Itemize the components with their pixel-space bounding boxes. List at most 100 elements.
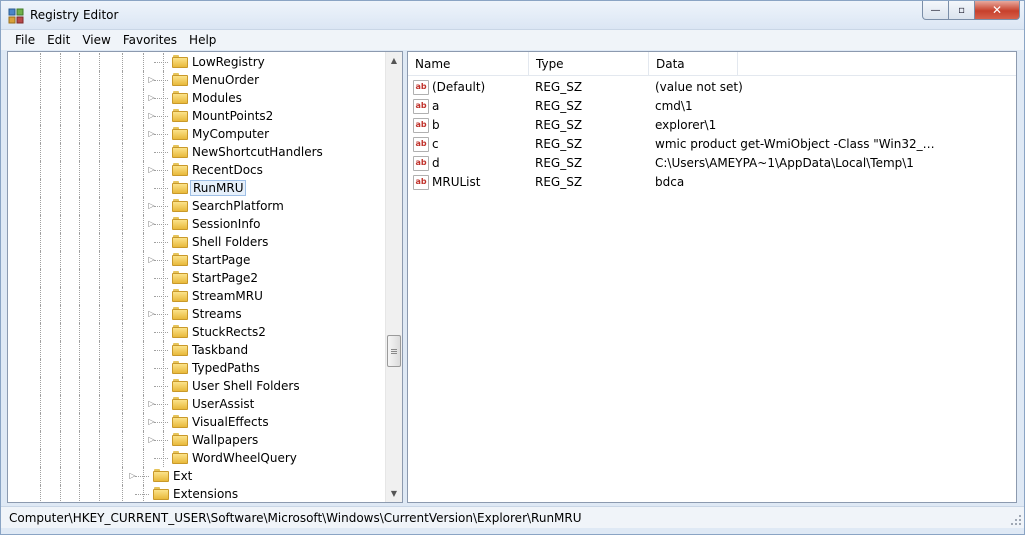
- tree-item[interactable]: Taskband: [8, 341, 388, 359]
- expand-arrow-icon[interactable]: ▷: [147, 201, 156, 210]
- tree-item-label: NewShortcutHandlers: [192, 145, 323, 159]
- tree-item[interactable]: ▷ Streams: [8, 305, 388, 323]
- maximize-button[interactable]: ▫: [949, 1, 975, 20]
- tree-item[interactable]: ▷ MyComputer: [8, 125, 388, 143]
- tree-item-label: MountPoints2: [192, 109, 274, 123]
- menu-edit[interactable]: Edit: [41, 30, 76, 50]
- value-row[interactable]: ab b REG_SZ explorer\1: [408, 116, 1016, 135]
- tree-guide-line: [79, 305, 80, 323]
- expand-arrow-icon[interactable]: ▷: [128, 471, 137, 480]
- folder-icon: [172, 217, 188, 231]
- column-header-name[interactable]: Name: [408, 52, 529, 76]
- tree-guide-line: [40, 233, 41, 251]
- expand-arrow-icon[interactable]: ▷: [147, 165, 156, 174]
- scroll-down-arrow-icon[interactable]: ▼: [386, 485, 402, 502]
- tree-item[interactable]: ▷ StartPage: [8, 251, 388, 269]
- tree-item[interactable]: TypedPaths: [8, 359, 388, 377]
- menu-help[interactable]: Help: [183, 30, 222, 50]
- tree-guide-line: [122, 431, 123, 449]
- tree-item[interactable]: ▷ MenuOrder: [8, 71, 388, 89]
- tree-vertical-scrollbar[interactable]: ▲ ▼: [385, 52, 402, 502]
- tree-item[interactable]: ▷ Ext: [8, 467, 388, 485]
- close-button[interactable]: ✕: [975, 1, 1020, 20]
- expand-arrow-icon[interactable]: ▷: [147, 75, 156, 84]
- expand-arrow-icon[interactable]: ▷: [147, 255, 156, 264]
- tree-item[interactable]: ▷ RecentDocs: [8, 161, 388, 179]
- value-type: REG_SZ: [535, 118, 583, 132]
- value-row[interactable]: ab d REG_SZ C:\Users\AMEYPA~1\AppData\Local…: [408, 154, 1016, 173]
- column-header-type[interactable]: Type: [529, 52, 649, 76]
- tree-guide-line: [79, 197, 80, 215]
- tree-item[interactable]: ▷ Modules: [8, 89, 388, 107]
- caption-buttons: — ▫ ✕: [922, 1, 1020, 21]
- tree-item-label: MenuOrder: [192, 73, 260, 87]
- values-pane[interactable]: Name Type Data ab (Default) REG_SZ (value n…: [407, 51, 1017, 503]
- tree-item[interactable]: ▷ Wallpapers: [8, 431, 388, 449]
- tree-guide-line: [79, 143, 80, 161]
- tree-item[interactable]: Shell Folders: [8, 233, 388, 251]
- tree-item[interactable]: ▷ MountPoints2: [8, 107, 388, 125]
- expand-arrow-icon[interactable]: ▷: [147, 417, 156, 426]
- tree-guide-line: [143, 449, 144, 467]
- menu-file[interactable]: File: [9, 30, 41, 50]
- tree-item[interactable]: ▷ SessionInfo: [8, 215, 388, 233]
- tree-item-label: SessionInfo: [192, 217, 261, 231]
- menu-view[interactable]: View: [76, 30, 116, 50]
- column-header-data[interactable]: Data: [649, 52, 738, 76]
- resize-grip-icon[interactable]: [1010, 514, 1022, 526]
- tree-item[interactable]: User Shell Folders: [8, 377, 388, 395]
- value-row[interactable]: ab MRUList REG_SZ bdca: [408, 173, 1016, 192]
- tree-item[interactable]: StartPage2: [8, 269, 388, 287]
- title-bar[interactable]: Registry Editor — ▫ ✕: [1, 1, 1024, 30]
- value-data: bdca: [655, 175, 685, 189]
- expand-arrow-icon[interactable]: ▷: [147, 111, 156, 120]
- folder-icon: [172, 289, 188, 303]
- tree-item[interactable]: ▷ SearchPlatform: [8, 197, 388, 215]
- tree-guide-line: [60, 485, 61, 502]
- tree-item[interactable]: LowRegistry: [8, 53, 388, 71]
- tree-item[interactable]: NewShortcutHandlers: [8, 143, 388, 161]
- value-name: (Default): [432, 80, 486, 94]
- menu-favorites[interactable]: Favorites: [117, 30, 183, 50]
- tree-guide-line: [79, 125, 80, 143]
- tree-guide-line: [122, 287, 123, 305]
- value-type: REG_SZ: [535, 80, 583, 94]
- tree-guide-line: [122, 179, 123, 197]
- tree-guide-line: [60, 449, 61, 467]
- tree-connector: [154, 116, 168, 117]
- value-row[interactable]: ab a REG_SZ cmd\1: [408, 97, 1016, 116]
- tree-item[interactable]: WordWheelQuery: [8, 449, 388, 467]
- expand-arrow-icon[interactable]: ▷: [147, 129, 156, 138]
- tree-guide-line: [79, 467, 80, 485]
- tree-guide-line: [122, 305, 123, 323]
- value-row[interactable]: ab c REG_SZ wmic product get-WmiObject -Cla…: [408, 135, 1016, 154]
- tree-item-label: Modules: [192, 91, 242, 105]
- tree-guide-line: [122, 395, 123, 413]
- tree-connector: [154, 314, 168, 315]
- folder-body: [172, 291, 188, 302]
- value-row[interactable]: ab (Default) REG_SZ (value not set): [408, 78, 1016, 97]
- scroll-up-arrow-icon[interactable]: ▲: [386, 52, 402, 69]
- tree-item[interactable]: ▷ VisualEffects: [8, 413, 388, 431]
- key-tree-pane[interactable]: LowRegistry ▷ MenuOrder ▷ Modules ▷ MountPoint…: [7, 51, 403, 503]
- folder-body: [172, 237, 188, 248]
- tree-guide-line: [79, 233, 80, 251]
- tree-item[interactable]: StreamMRU: [8, 287, 388, 305]
- folder-icon: [172, 181, 188, 195]
- minimize-icon: —: [930, 4, 941, 16]
- expand-arrow-icon[interactable]: ▷: [147, 219, 156, 228]
- expand-arrow-icon[interactable]: ▷: [147, 93, 156, 102]
- status-path: Computer\HKEY_CURRENT_USER\Software\Micr…: [9, 511, 582, 525]
- tree-item[interactable]: ▷ UserAssist: [8, 395, 388, 413]
- expand-arrow-icon[interactable]: ▷: [147, 435, 156, 444]
- expand-arrow-icon[interactable]: ▷: [147, 309, 156, 318]
- tree-item-label: LowRegistry: [192, 55, 265, 69]
- tree-item[interactable]: StuckRects2: [8, 323, 388, 341]
- tree-item-label: MyComputer: [192, 127, 270, 141]
- minimize-button[interactable]: —: [922, 1, 949, 20]
- expand-arrow-icon[interactable]: ▷: [147, 399, 156, 408]
- tree-item[interactable]: Extensions: [8, 485, 388, 502]
- tree-connector: [154, 422, 168, 423]
- scroll-thumb[interactable]: [387, 335, 401, 367]
- tree-item[interactable]: RunMRU: [8, 179, 388, 197]
